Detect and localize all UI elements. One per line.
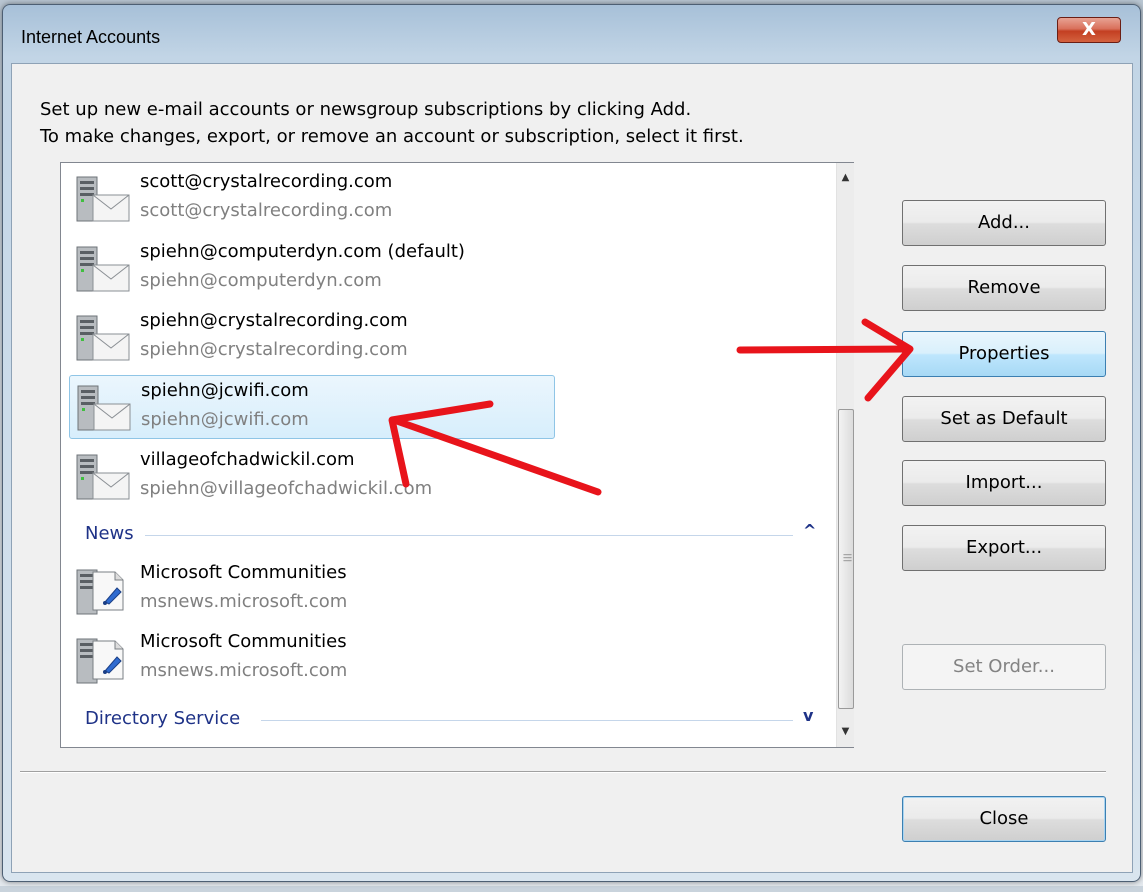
- set-order-button: Set Order...: [902, 644, 1106, 690]
- scroll-thumb[interactable]: — — —: [838, 409, 854, 709]
- export-button[interactable]: Export...: [902, 525, 1106, 571]
- instructions-line-2: To make changes, export, or remove an ac…: [40, 126, 744, 147]
- account-name: spiehn@computerdyn.com (default): [140, 241, 465, 262]
- account-name: spiehn@crystalrecording.com: [140, 310, 408, 331]
- dialog-client-area: Set up new e-mail accounts or newsgroup …: [11, 63, 1133, 873]
- directory-group-label: Directory Service: [85, 708, 241, 729]
- news-name: Microsoft Communities: [140, 562, 347, 583]
- group-divider: [145, 535, 793, 536]
- news-group-header[interactable]: News ^: [85, 521, 833, 547]
- title-bar[interactable]: Internet Accounts X: [3, 5, 1140, 63]
- account-item[interactable]: spiehn@crystalrecording.com spiehn@cryst…: [69, 306, 555, 370]
- add-button[interactable]: Add...: [902, 200, 1106, 246]
- close-button[interactable]: Close: [902, 796, 1106, 842]
- internet-accounts-dialog: Internet Accounts X Set up new e-mail ac…: [2, 4, 1141, 882]
- collapse-chevron-icon[interactable]: ^: [803, 521, 816, 540]
- mail-server-icon: [75, 453, 131, 503]
- news-name: Microsoft Communities: [140, 631, 347, 652]
- mail-server-icon: [75, 314, 131, 364]
- account-name: scott@crystalrecording.com: [140, 171, 393, 192]
- news-item[interactable]: Microsoft Communities msnews.microsoft.c…: [69, 627, 555, 691]
- news-server: msnews.microsoft.com: [140, 591, 348, 612]
- account-server: spiehn@computerdyn.com: [140, 270, 382, 291]
- account-server: spiehn@crystalrecording.com: [140, 339, 408, 360]
- account-item[interactable]: spiehn@computerdyn.com (default) spiehn@…: [69, 237, 555, 301]
- set-as-default-button[interactable]: Set as Default: [902, 396, 1106, 442]
- directory-group-header[interactable]: Directory Service v: [85, 706, 833, 732]
- separator-line: [20, 771, 1106, 773]
- news-server-icon: [75, 566, 131, 616]
- news-group-label: News: [85, 523, 134, 544]
- grip-icon: — — —: [843, 550, 852, 566]
- account-item[interactable]: scott@crystalrecording.com scott@crystal…: [69, 167, 555, 231]
- account-item-selected[interactable]: spiehn@jcwifi.com spiehn@jcwifi.com: [69, 375, 555, 439]
- account-server: spiehn@jcwifi.com: [141, 409, 309, 430]
- window-close-button[interactable]: X: [1057, 17, 1121, 43]
- account-server: spiehn@villageofchadwickil.com: [140, 478, 433, 499]
- accounts-list[interactable]: scott@crystalrecording.com scott@crystal…: [60, 162, 854, 748]
- expand-chevron-icon[interactable]: v: [803, 706, 813, 725]
- import-button[interactable]: Import...: [902, 460, 1106, 506]
- account-name: villageofchadwickil.com: [140, 449, 355, 470]
- mail-server-icon: [75, 175, 131, 225]
- account-name: spiehn@jcwifi.com: [141, 380, 309, 401]
- group-divider: [261, 720, 793, 721]
- news-server-icon: [75, 635, 131, 685]
- remove-button[interactable]: Remove: [902, 265, 1106, 311]
- news-item[interactable]: Microsoft Communities msnews.microsoft.c…: [69, 558, 555, 622]
- mail-server-icon: [76, 384, 132, 434]
- account-item[interactable]: villageofchadwickil.com spiehn@villageof…: [69, 445, 555, 509]
- instructions-line-1: Set up new e-mail accounts or newsgroup …: [40, 99, 692, 120]
- instructions: Set up new e-mail accounts or newsgroup …: [40, 96, 744, 150]
- account-server: scott@crystalrecording.com: [140, 200, 393, 221]
- news-server: msnews.microsoft.com: [140, 660, 348, 681]
- mail-server-icon: [75, 245, 131, 295]
- vertical-scrollbar[interactable]: ▲ — — — ▼: [836, 163, 854, 747]
- scroll-down-arrow-icon[interactable]: ▼: [837, 723, 854, 740]
- window-title: Internet Accounts: [21, 27, 161, 47]
- scroll-up-arrow-icon[interactable]: ▲: [837, 169, 854, 186]
- properties-button[interactable]: Properties: [902, 331, 1106, 377]
